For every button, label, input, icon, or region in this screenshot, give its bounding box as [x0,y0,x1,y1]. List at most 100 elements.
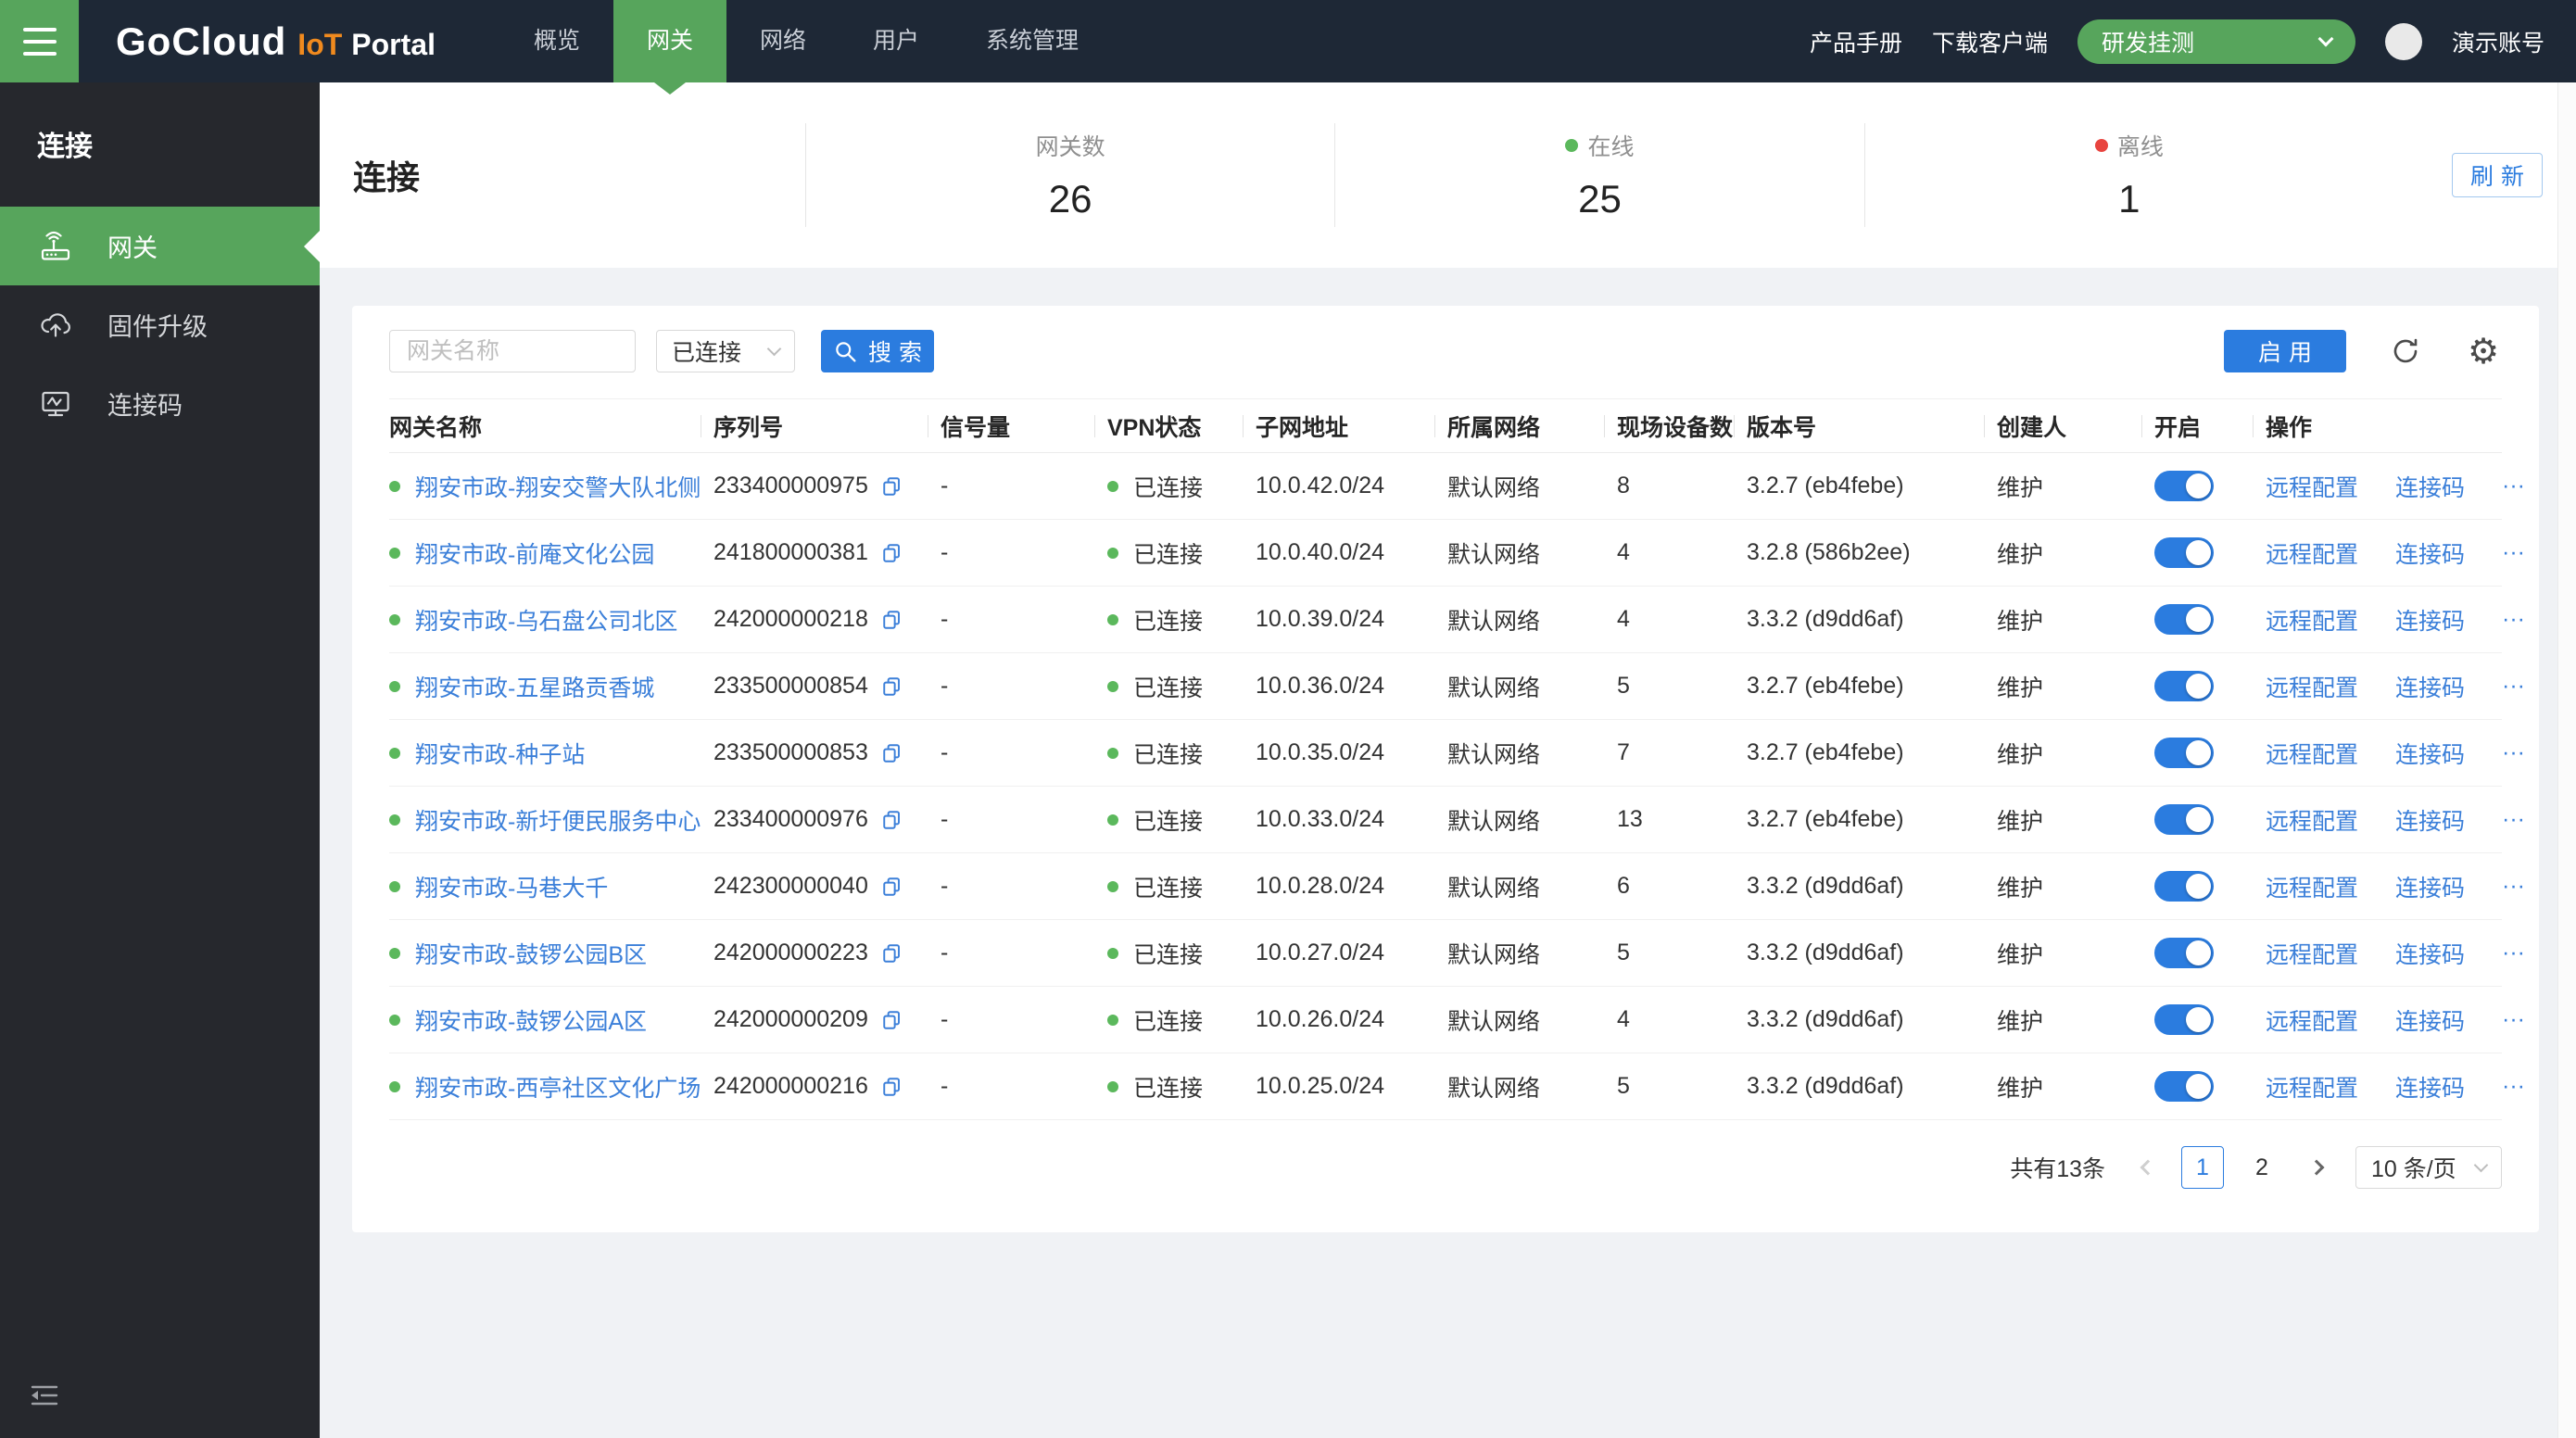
sidebar-item-connection-code[interactable]: 连接码 [0,364,320,443]
pagination-prev-button[interactable] [2131,1147,2159,1188]
enable-toggle[interactable] [2154,537,2214,568]
hamburger-menu-button[interactable] [0,0,79,82]
action-remote-config[interactable]: 远程配置 [2266,470,2358,503]
actions-cell: 远程配置连接码··· [2266,720,2502,787]
gateway-name-link[interactable]: 翔安市政-鼓锣公园B区 [415,937,647,970]
enable-toggle[interactable] [2154,738,2214,768]
enable-toggle[interactable] [2154,604,2214,635]
pagination-page-1[interactable]: 1 [2181,1146,2224,1189]
gateway-name-link[interactable]: 翔安市政-马巷大千 [415,870,608,903]
creator: 维护 [1997,1076,2043,1102]
signal-value: - [941,739,948,765]
gateway-name-link[interactable]: 翔安市政-西亭社区文化广场 [415,1070,701,1104]
vpn-status-cell: 已连接 [1107,653,1256,720]
row-actions: 远程配置连接码··· [2266,470,2502,503]
gateway-name-link[interactable]: 翔安市政-乌石盘公司北区 [415,603,677,637]
action-connection-code[interactable]: 连接码 [2395,536,2465,570]
reload-table-button[interactable] [2387,333,2424,370]
network-name: 默认网络 [1447,542,1540,568]
vpn-status-dot [1107,548,1118,559]
top-nav-item-1[interactable]: 概览 [500,0,613,82]
action-remote-config[interactable]: 远程配置 [2266,670,2358,703]
copy-icon[interactable] [879,940,905,966]
table-settings-button[interactable]: ⚙ [2465,333,2502,370]
enable-toggle[interactable] [2154,1071,2214,1102]
gateway-name-link[interactable]: 翔安市政-新圩便民服务中心 [415,803,701,837]
action-remote-config[interactable]: 远程配置 [2266,803,2358,837]
scrollbar-track[interactable] [2557,82,2576,1438]
action-remote-config[interactable]: 远程配置 [2266,1070,2358,1104]
copy-icon[interactable] [879,1074,905,1100]
action-more-button[interactable]: ··· [2502,673,2525,700]
table-row: 翔安市政-种子站233500000853-已连接10.0.35.0/24默认网络… [389,720,2502,787]
enable-toggle[interactable] [2154,671,2214,701]
action-connection-code[interactable]: 连接码 [2395,670,2465,703]
enable-toggle[interactable] [2154,804,2214,835]
page-size-select[interactable]: 10 条/页 [2355,1146,2502,1189]
action-more-button[interactable]: ··· [2502,1006,2525,1033]
account-name[interactable]: 演示账号 [2452,25,2544,58]
refresh-button[interactable]: 刷新 [2452,153,2543,197]
action-connection-code[interactable]: 连接码 [2395,1070,2465,1104]
pagination-next-button[interactable] [2305,1147,2333,1188]
action-more-button[interactable]: ··· [2502,873,2525,900]
pagination-page-2[interactable]: 2 [2241,1146,2283,1189]
action-connection-code[interactable]: 连接码 [2395,803,2465,837]
action-remote-config[interactable]: 远程配置 [2266,536,2358,570]
gateway-name-input[interactable] [389,330,636,372]
collapse-icon [26,1377,63,1414]
action-more-button[interactable]: ··· [2502,940,2525,966]
status-filter-select[interactable]: 已连接 [656,330,795,372]
action-connection-code[interactable]: 连接码 [2395,1003,2465,1037]
top-nav-item-3[interactable]: 网络 [726,0,840,82]
enable-toggle[interactable] [2154,938,2214,968]
enable-toggle[interactable] [2154,871,2214,902]
action-more-button[interactable]: ··· [2502,739,2525,766]
top-nav-item-4[interactable]: 用户 [840,0,953,82]
action-more-button[interactable]: ··· [2502,539,2525,566]
top-nav-item-2[interactable]: 网关 [613,0,726,82]
gateway-name-link[interactable]: 翔安市政-前庵文化公园 [415,536,654,570]
sidebar-item-gateway[interactable]: 网关 [0,207,320,285]
copy-icon[interactable] [879,740,905,766]
topbar-link-2[interactable]: 下载客户端 [1932,25,2048,58]
action-more-button[interactable]: ··· [2502,606,2525,633]
enable-toggle[interactable] [2154,471,2214,501]
action-remote-config[interactable]: 远程配置 [2266,603,2358,637]
enable-toggle[interactable] [2154,1004,2214,1035]
action-connection-code[interactable]: 连接码 [2395,603,2465,637]
copy-icon[interactable] [879,473,905,499]
action-connection-code[interactable]: 连接码 [2395,870,2465,903]
search-button[interactable]: 搜索 [821,330,934,372]
enable-button[interactable]: 启用 [2224,330,2346,372]
org-selector-dropdown[interactable]: 研发挂测 [2077,19,2355,64]
action-remote-config[interactable]: 远程配置 [2266,1003,2358,1037]
topbar-link-1[interactable]: 产品手册 [1810,25,1902,58]
action-connection-code[interactable]: 连接码 [2395,937,2465,970]
copy-icon[interactable] [879,1007,905,1033]
copy-icon[interactable] [879,607,905,633]
sidebar-item-firmware-upgrade[interactable]: 固件升级 [0,285,320,364]
row-actions: 远程配置连接码··· [2266,1070,2502,1104]
copy-icon[interactable] [879,674,905,700]
top-nav-item-5[interactable]: 系统管理 [953,0,1112,82]
sidebar-items: 网关固件升级连接码 [0,207,320,443]
action-more-button[interactable]: ··· [2502,1073,2525,1100]
action-remote-config[interactable]: 远程配置 [2266,937,2358,970]
gateway-name-link[interactable]: 翔安市政-鼓锣公园A区 [415,1003,647,1037]
copy-icon[interactable] [879,540,905,566]
action-remote-config[interactable]: 远程配置 [2266,737,2358,770]
gateway-name-link[interactable]: 翔安市政-翔安交警大队北侧 [415,470,701,503]
gateway-name-link[interactable]: 翔安市政-五星路贡香城 [415,670,654,703]
gateway-name-link[interactable]: 翔安市政-种子站 [415,737,585,770]
network-name: 默认网络 [1447,809,1540,835]
action-more-button[interactable]: ··· [2502,806,2525,833]
copy-icon[interactable] [879,807,905,833]
avatar[interactable] [2385,23,2422,60]
sidebar-collapse-button[interactable] [26,1377,63,1414]
copy-icon[interactable] [879,874,905,900]
action-more-button[interactable]: ··· [2502,473,2525,499]
action-remote-config[interactable]: 远程配置 [2266,870,2358,903]
action-connection-code[interactable]: 连接码 [2395,737,2465,770]
action-connection-code[interactable]: 连接码 [2395,470,2465,503]
